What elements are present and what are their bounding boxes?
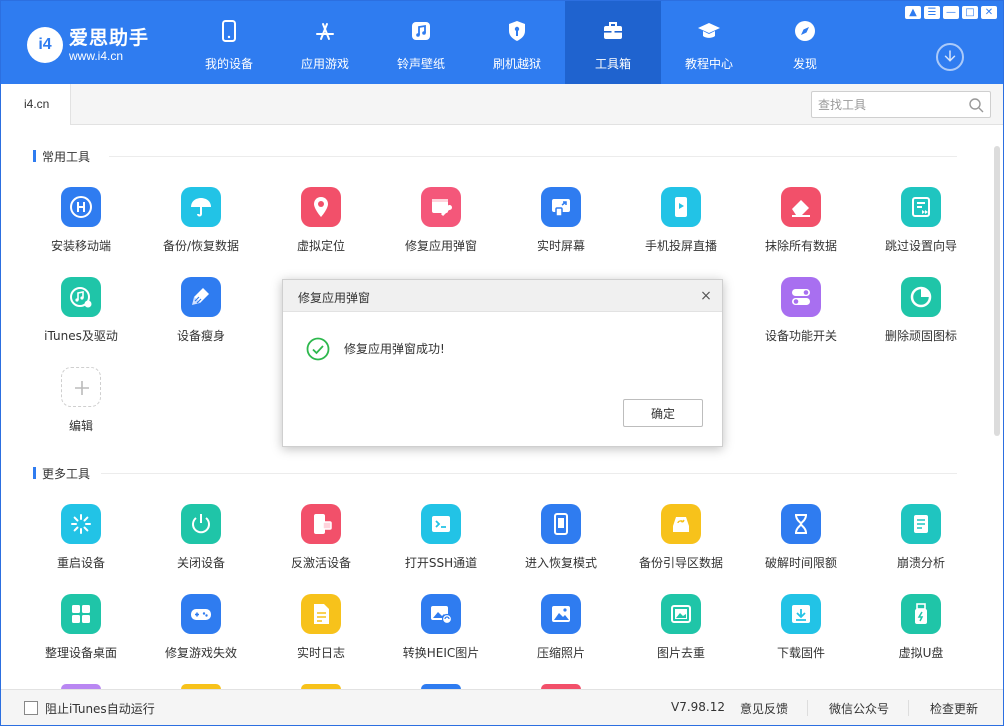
success-check-icon — [306, 337, 330, 361]
dialog-ok-button[interactable]: 确定 — [623, 399, 703, 427]
dialog-header: 修复应用弹窗 × — [283, 280, 722, 312]
modal-overlay: 修复应用弹窗 × 修复应用弹窗成功! 确定 — [1, 1, 1003, 725]
dialog-message: 修复应用弹窗成功! — [344, 342, 445, 356]
app-window: i4 爱思助手 www.i4.cn 我的设备 应用游戏 铃声壁纸 刷机越狱 工具… — [0, 0, 1004, 726]
repair-popup-dialog: 修复应用弹窗 × 修复应用弹窗成功! 确定 — [282, 279, 723, 447]
dialog-title: 修复应用弹窗 — [298, 291, 371, 305]
dialog-close-icon[interactable]: × — [698, 288, 714, 304]
